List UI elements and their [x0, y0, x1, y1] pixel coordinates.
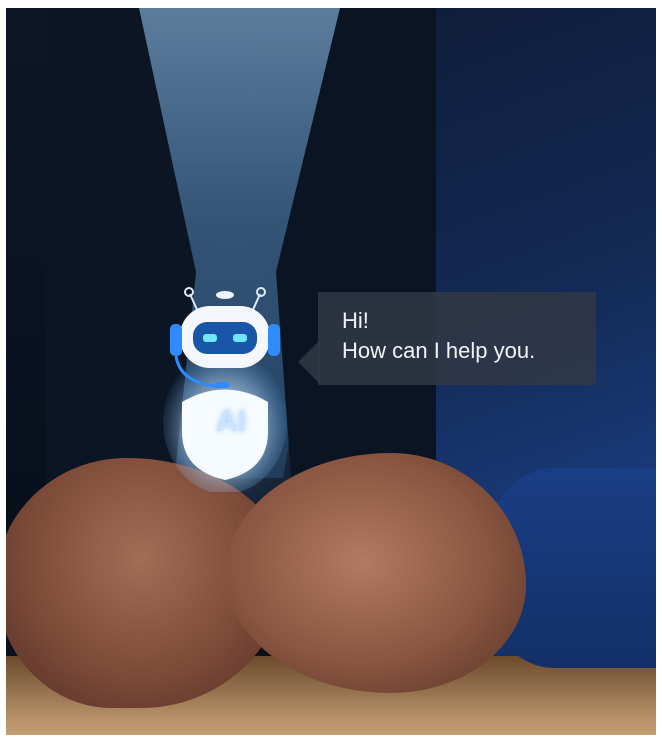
- chat-bubble: Hi! How can I help you.: [318, 292, 596, 385]
- chat-bubble-tail: [298, 340, 320, 384]
- chat-greeting: Hi!: [342, 308, 369, 333]
- ai-label: AI: [216, 405, 246, 438]
- ai-robot-icon: [163, 287, 287, 492]
- chat-message: How can I help you.: [342, 338, 536, 363]
- robot-head-icon: [180, 287, 270, 368]
